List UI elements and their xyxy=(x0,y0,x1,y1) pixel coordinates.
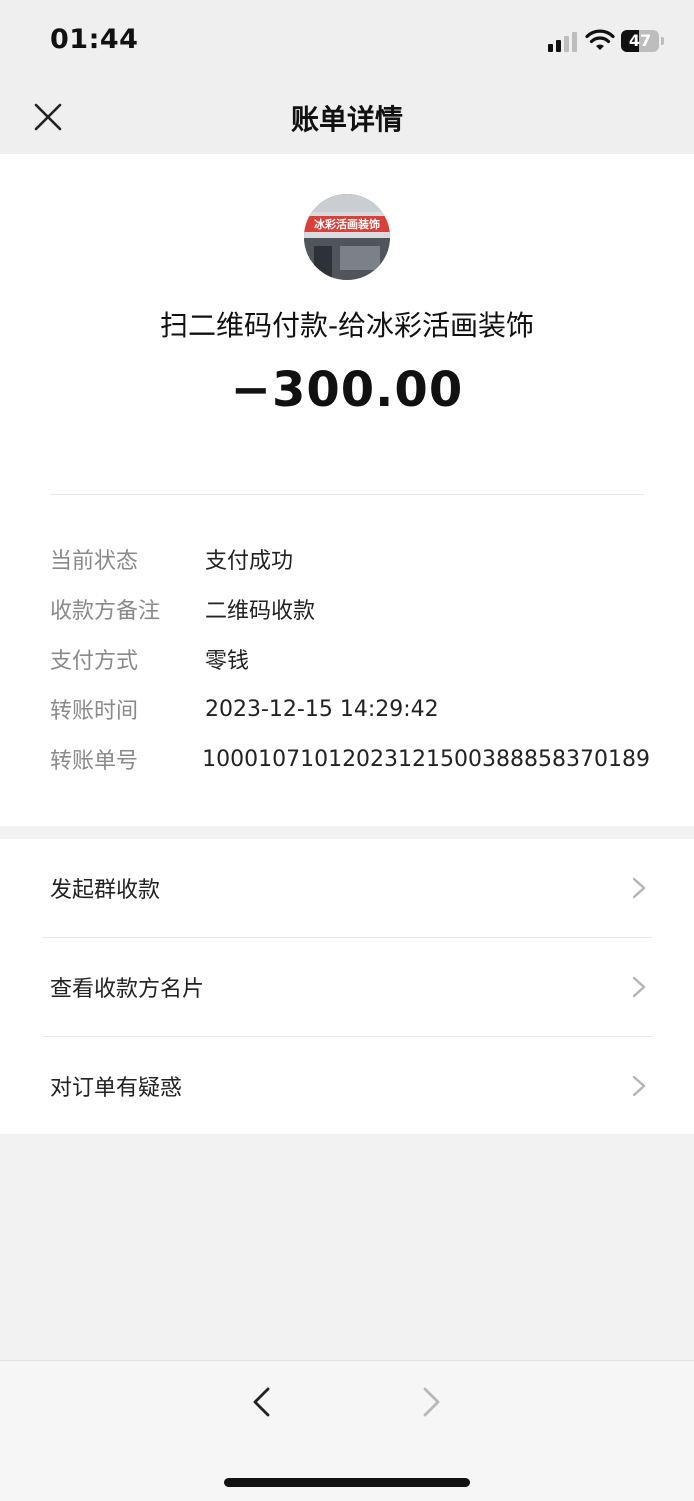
detail-label: 转账时间 xyxy=(50,699,139,724)
merchant-photo: 冰彩活画装饰 xyxy=(304,194,390,280)
bottom-toolbar xyxy=(0,1360,694,1501)
battery-icon: 47 xyxy=(621,30,659,52)
home-indicator[interactable] xyxy=(224,1478,470,1487)
nav-bar: 账单详情 xyxy=(0,80,694,154)
svg-text:冰彩活画装饰: 冰彩活画装饰 xyxy=(314,217,380,231)
chevron-right-icon xyxy=(632,976,646,998)
action-label: 查看收款方名片 xyxy=(50,977,205,1002)
detail-label: 转账单号 xyxy=(50,749,139,774)
action-order-question[interactable]: 对订单有疑惑 xyxy=(42,1037,652,1135)
page-title: 账单详情 xyxy=(290,103,403,136)
detail-row-note: 收款方备注 二维码收款 xyxy=(50,584,650,634)
action-label: 发起群收款 xyxy=(50,878,161,903)
forward-arrow-icon[interactable] xyxy=(414,1385,448,1419)
detail-value: 二维码收款 xyxy=(205,599,316,624)
chevron-right-icon xyxy=(632,877,646,899)
detail-row-time: 转账时间 2023-12-15 14:29:42 xyxy=(50,684,650,734)
detail-label: 支付方式 xyxy=(50,649,139,674)
detail-label: 当前状态 xyxy=(50,549,139,574)
detail-value: 2023-12-15 14:29:42 xyxy=(205,696,439,722)
battery-tip xyxy=(661,37,664,45)
detail-label: 收款方备注 xyxy=(50,599,161,624)
detail-row-method: 支付方式 零钱 xyxy=(50,634,650,684)
action-group-collect[interactable]: 发起群收款 xyxy=(42,839,652,938)
action-view-payee-card[interactable]: 查看收款方名片 xyxy=(42,938,652,1037)
details-list: 当前状态 支付成功 收款方备注 二维码收款 支付方式 零钱 转账时间 2023-… xyxy=(50,534,650,784)
transaction-amount: −300.00 xyxy=(230,362,464,418)
merchant-avatar[interactable]: 冰彩活画装饰 xyxy=(304,194,390,280)
detail-row-status: 当前状态 支付成功 xyxy=(50,534,650,584)
detail-value: 10001071012023121500388858370189 xyxy=(202,746,650,772)
signal-icon xyxy=(548,32,578,52)
transaction-card: 冰彩活画装饰 扫二维码付款-给冰彩活画装饰 −300.00 当前状态 支付成功 … xyxy=(0,154,694,826)
detail-value: 支付成功 xyxy=(205,549,294,574)
wifi-icon xyxy=(585,29,615,50)
action-label: 对订单有疑惑 xyxy=(50,1076,183,1101)
battery-level: 47 xyxy=(628,31,652,50)
detail-value: 零钱 xyxy=(205,649,250,674)
merchant-name: 扫二维码付款-给冰彩活画装饰 xyxy=(159,309,535,342)
status-time: 01:44 xyxy=(50,24,139,55)
chevron-right-icon xyxy=(632,1075,646,1097)
action-list: 发起群收款 查看收款方名片 对订单有疑惑 xyxy=(0,839,694,1134)
back-arrow-icon[interactable] xyxy=(245,1385,279,1419)
status-bar: 01:44 47 xyxy=(0,0,694,80)
divider xyxy=(50,494,644,495)
detail-row-number: 转账单号 10001071012023121500388858370189 xyxy=(50,734,650,784)
